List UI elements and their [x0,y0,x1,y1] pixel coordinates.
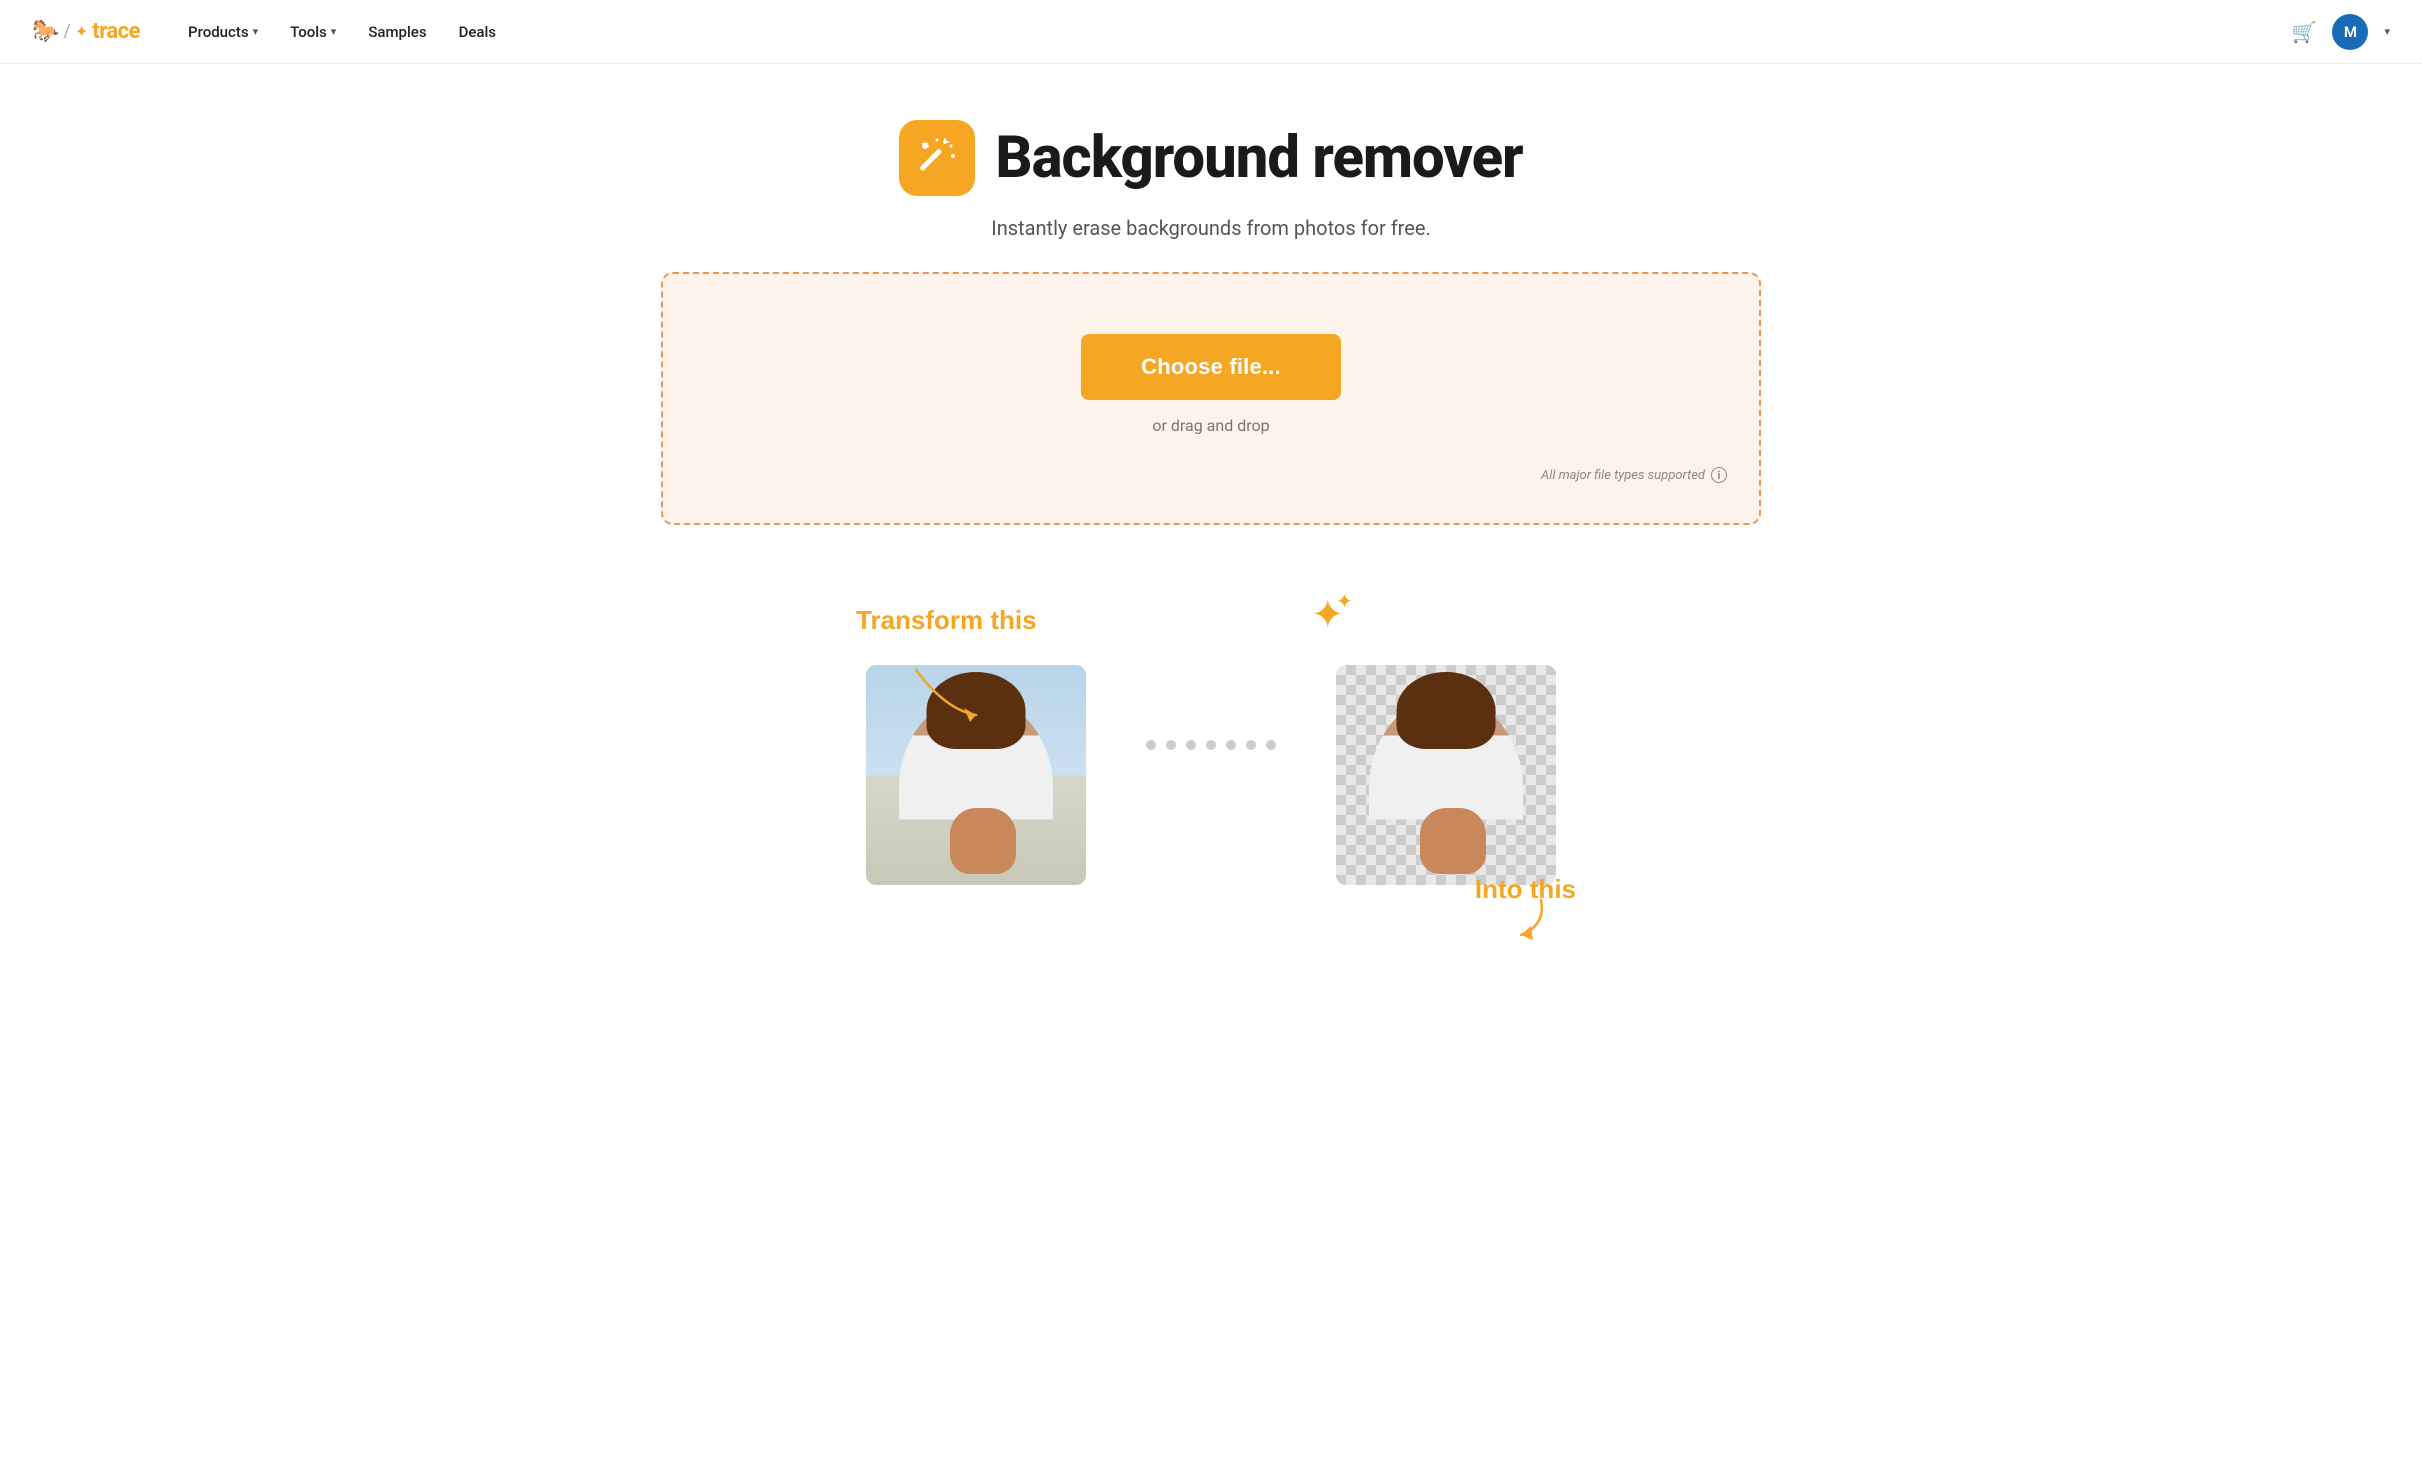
nav-deals[interactable]: Deals [447,15,508,49]
demo-section: Transform this [0,565,2422,945]
dot-3 [1186,740,1196,750]
dot-7 [1266,740,1276,750]
transform-label: Transform this [856,605,1037,636]
nav-right: 🛒 M ▾ [2292,14,2390,50]
hero-title: Background remover [995,124,1522,192]
logo-slash: / [63,21,70,42]
navbar: 🐎 / ✦ trace Products ▾ Tools ▾ Samples D… [0,0,2422,64]
avatar-caret-icon[interactable]: ▾ [2384,25,2390,38]
nav-links: Products ▾ Tools ▾ Samples Deals [176,15,2292,49]
dot-6 [1246,740,1256,750]
nav-tools[interactable]: Tools ▾ [278,15,348,49]
logo[interactable]: 🐎 / ✦ trace [32,19,140,44]
upload-area: Choose file... or drag and drop All majo… [661,272,1761,525]
transform-arrow-icon [906,660,986,730]
tools-caret-icon: ▾ [331,25,337,38]
drag-drop-text: or drag and drop [1152,416,1269,435]
dot-2 [1166,740,1176,750]
file-types-row: All major file types supported i [695,467,1727,483]
dot-5 [1226,740,1236,750]
file-types-text: All major file types supported i [1541,467,1727,483]
into-arrow-icon [1511,890,1571,940]
logo-star: ✦ [75,22,88,41]
dot-1 [1146,740,1156,750]
demo-left: Transform this [866,605,1086,885]
sparkles-icon: ✦ ✦ [1311,590,1361,640]
choose-file-button[interactable]: Choose file... [1081,334,1341,400]
nav-samples[interactable]: Samples [356,15,438,49]
magic-wand-icon [915,136,959,180]
hero-section: Background remover Instantly erase backg… [0,64,2422,565]
hero-subtitle: Instantly erase backgrounds from photos … [991,216,1431,240]
after-image [1336,665,1556,885]
hero-icon [899,120,975,196]
logo-horse: 🐎 [32,19,59,44]
cart-icon[interactable]: 🛒 [2292,20,2317,44]
nav-products[interactable]: Products ▾ [176,15,270,49]
logo-text: trace [92,19,140,44]
dot-4 [1206,740,1216,750]
products-caret-icon: ▾ [253,25,259,38]
info-icon[interactable]: i [1711,467,1727,483]
hero-title-row: Background remover [899,120,1522,196]
dots-row [1106,740,1316,750]
avatar[interactable]: M [2332,14,2368,50]
svg-text:✦: ✦ [1336,590,1353,613]
demo-right: ✦ ✦ Into this [1336,605,1556,885]
